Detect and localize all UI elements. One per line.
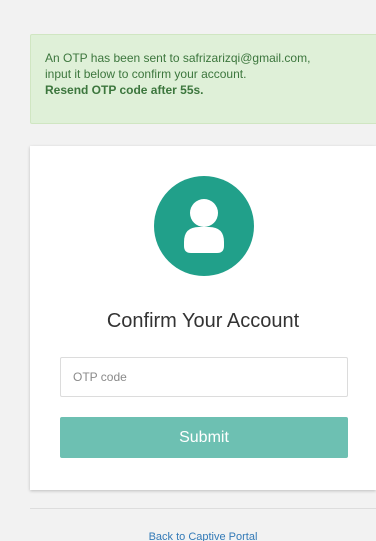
alert-message-line-2: input it below to confirm your account. (45, 67, 247, 81)
divider (30, 508, 376, 509)
avatar (154, 176, 254, 276)
otp-sent-alert: An OTP has been sent to safrizarizqi@gma… (30, 34, 376, 124)
back-to-captive-portal-link[interactable]: Back to Captive Portal (30, 530, 376, 541)
otp-code-input[interactable] (60, 357, 348, 397)
page: An OTP has been sent to safrizarizqi@gma… (0, 0, 376, 541)
page-title: Confirm Your Account (106, 310, 300, 332)
confirm-account-card: Confirm Your Account Submit (30, 146, 376, 490)
submit-button[interactable]: Submit (60, 417, 348, 458)
user-icon (184, 199, 224, 253)
alert-message-line-1: An OTP has been sent to safrizarizqi@gma… (45, 51, 311, 65)
resend-countdown: Resend OTP code after 55s. (45, 83, 204, 97)
